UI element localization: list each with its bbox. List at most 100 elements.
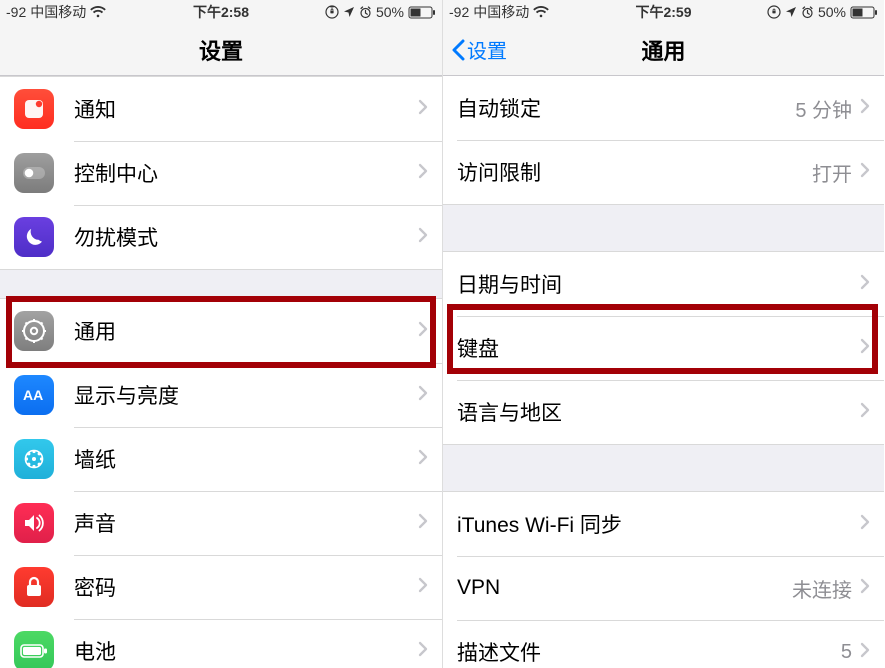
row-restrictions[interactable]: 访问限制 打开 — [443, 140, 884, 204]
row-detail: 打开 — [812, 158, 852, 187]
wifi-icon — [90, 6, 106, 18]
battery-icon — [14, 631, 54, 668]
notifications-icon — [14, 89, 54, 129]
chevron-right-icon — [418, 513, 428, 534]
row-label: 键盘 — [457, 333, 860, 363]
section-gap — [0, 270, 442, 298]
chevron-right-icon — [418, 385, 428, 406]
chevron-right-icon — [860, 98, 870, 119]
row-control-center[interactable]: 控制中心 — [0, 141, 442, 205]
battery-icon — [850, 6, 878, 19]
chevron-right-icon — [860, 402, 870, 423]
chevron-right-icon — [860, 274, 870, 295]
signal-strength: -92 — [6, 4, 26, 20]
nav-bar: 设置 — [0, 24, 442, 76]
battery-percent: 50% — [818, 4, 846, 20]
row-label: 密码 — [74, 572, 418, 602]
svg-text:AA: AA — [23, 387, 43, 403]
chevron-right-icon — [860, 338, 870, 359]
battery-percent: 50% — [376, 4, 404, 20]
general-screen: -92 中国移动 下午2:59 50% 设置 — [442, 0, 884, 668]
row-language-region[interactable]: 语言与地区 — [443, 380, 884, 444]
general-list[interactable]: 自动锁定 5 分钟 访问限制 打开 日期与时间 键盘 语言与地区 — [443, 76, 884, 668]
row-keyboard[interactable]: 键盘 — [443, 316, 884, 380]
row-label: 墙纸 — [74, 444, 418, 474]
settings-list[interactable]: 通知 控制中心 勿扰模式 — [0, 76, 442, 668]
row-label: 语言与地区 — [457, 397, 860, 427]
row-label: 访问限制 — [457, 157, 812, 187]
nav-bar: 设置 通用 — [443, 24, 884, 76]
row-notifications[interactable]: 通知 — [0, 77, 442, 141]
row-label: VPN — [457, 576, 792, 600]
chevron-right-icon — [860, 578, 870, 599]
row-detail: 5 — [841, 641, 852, 664]
row-itunes-wifi-sync[interactable]: iTunes Wi-Fi 同步 — [443, 492, 884, 556]
display-icon: AA — [14, 375, 54, 415]
row-label: 声音 — [74, 508, 418, 538]
location-icon — [343, 6, 355, 18]
row-sounds[interactable]: 声音 — [0, 491, 442, 555]
row-vpn[interactable]: VPN 未连接 — [443, 556, 884, 620]
back-button[interactable]: 设置 — [451, 35, 507, 64]
chevron-right-icon — [860, 514, 870, 535]
page-title: 设置 — [199, 34, 243, 66]
row-label: 通知 — [74, 94, 418, 124]
chevron-right-icon — [418, 641, 428, 662]
location-icon — [785, 6, 797, 18]
list-group: 通用 AA 显示与亮度 墙纸 声音 — [0, 298, 442, 668]
control-center-icon — [14, 153, 54, 193]
row-label: 通用 — [74, 316, 418, 346]
row-detail: 未连接 — [792, 574, 852, 603]
alarm-icon — [359, 6, 372, 19]
moon-icon — [14, 217, 54, 257]
chevron-right-icon — [860, 642, 870, 663]
chevron-right-icon — [418, 449, 428, 470]
row-date-time[interactable]: 日期与时间 — [443, 252, 884, 316]
row-wallpaper[interactable]: 墙纸 — [0, 427, 442, 491]
gear-icon — [14, 311, 54, 351]
status-bar: -92 中国移动 下午2:58 50% — [0, 0, 442, 24]
section-gap — [443, 445, 884, 491]
row-label: 控制中心 — [74, 158, 418, 188]
row-label: iTunes Wi-Fi 同步 — [457, 509, 860, 539]
row-battery[interactable]: 电池 — [0, 619, 442, 668]
status-bar: -92 中国移动 下午2:59 50% — [443, 0, 884, 24]
row-label: 自动锁定 — [457, 93, 795, 123]
clock: 下午2:58 — [193, 2, 249, 22]
row-display-brightness[interactable]: AA 显示与亮度 — [0, 363, 442, 427]
page-title: 通用 — [641, 34, 685, 66]
section-gap — [443, 205, 884, 251]
carrier-label: 中国移动 — [30, 2, 86, 22]
chevron-right-icon — [418, 577, 428, 598]
row-general[interactable]: 通用 — [0, 299, 442, 363]
alarm-icon — [801, 6, 814, 19]
row-profiles[interactable]: 描述文件 5 — [443, 620, 884, 668]
row-label: 勿扰模式 — [74, 222, 418, 252]
wifi-icon — [533, 6, 549, 18]
carrier-label: 中国移动 — [473, 2, 529, 22]
chevron-right-icon — [860, 162, 870, 183]
list-group: 日期与时间 键盘 语言与地区 — [443, 251, 884, 445]
list-group: iTunes Wi-Fi 同步 VPN 未连接 描述文件 5 — [443, 491, 884, 668]
row-passcode[interactable]: 密码 — [0, 555, 442, 619]
list-group: 通知 控制中心 勿扰模式 — [0, 76, 442, 270]
row-auto-lock[interactable]: 自动锁定 5 分钟 — [443, 76, 884, 140]
wallpaper-icon — [14, 439, 54, 479]
clock: 下午2:59 — [635, 2, 691, 22]
list-group: 自动锁定 5 分钟 访问限制 打开 — [443, 76, 884, 205]
chevron-right-icon — [418, 99, 428, 120]
row-label: 显示与亮度 — [74, 380, 418, 410]
back-label: 设置 — [467, 35, 507, 64]
row-label: 电池 — [74, 636, 418, 666]
signal-strength: -92 — [449, 4, 469, 20]
battery-icon — [408, 6, 436, 19]
chevron-right-icon — [418, 227, 428, 248]
chevron-right-icon — [418, 321, 428, 342]
settings-screen: -92 中国移动 下午2:58 50% 设置 — [0, 0, 442, 668]
row-do-not-disturb[interactable]: 勿扰模式 — [0, 205, 442, 269]
rotation-lock-icon — [767, 5, 781, 19]
row-detail: 5 分钟 — [795, 94, 852, 123]
rotation-lock-icon — [325, 5, 339, 19]
chevron-right-icon — [418, 163, 428, 184]
row-label: 描述文件 — [457, 637, 841, 667]
